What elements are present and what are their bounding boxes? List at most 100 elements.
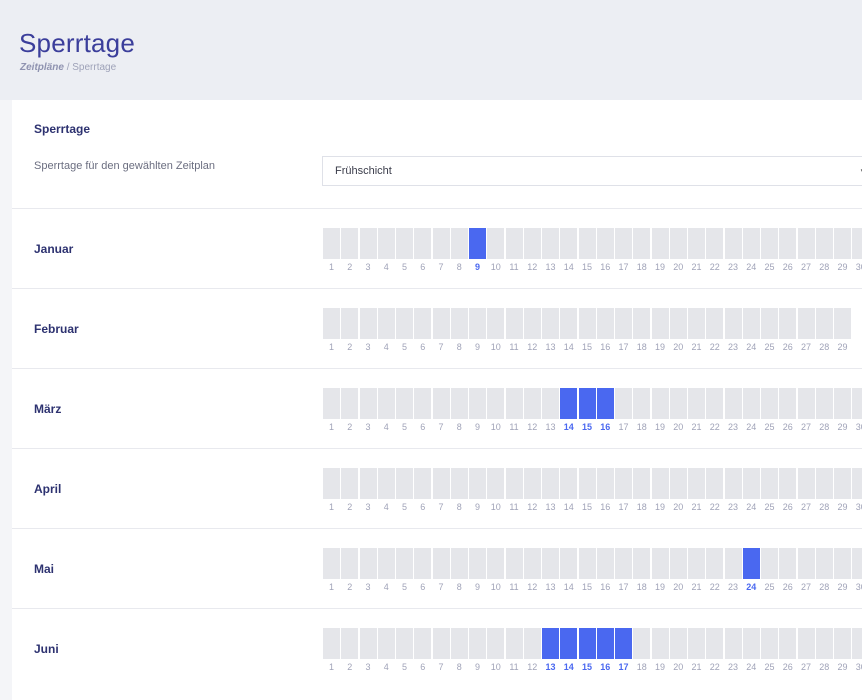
- day-toggle[interactable]: 29: [834, 388, 851, 438]
- day-toggle[interactable]: 17: [615, 468, 632, 518]
- day-toggle[interactable]: 4: [377, 388, 395, 438]
- day-toggle[interactable]: 19: [651, 468, 669, 518]
- day-toggle[interactable]: 26: [779, 228, 797, 278]
- day-toggle[interactable]: 30: [852, 388, 862, 438]
- day-toggle[interactable]: 20: [669, 228, 687, 278]
- day-toggle[interactable]: 22: [706, 388, 724, 438]
- day-toggle[interactable]: 2: [341, 628, 359, 678]
- day-toggle-blocked[interactable]: 9: [469, 228, 486, 278]
- day-toggle[interactable]: 14: [560, 228, 578, 278]
- day-toggle[interactable]: 22: [706, 308, 724, 358]
- day-toggle[interactable]: 3: [359, 468, 377, 518]
- day-toggle[interactable]: 13: [542, 388, 559, 438]
- day-toggle[interactable]: 11: [505, 388, 523, 438]
- day-toggle[interactable]: 18: [633, 468, 651, 518]
- day-toggle[interactable]: 20: [669, 628, 687, 678]
- day-toggle[interactable]: 30: [852, 628, 862, 678]
- day-toggle[interactable]: 30: [852, 548, 862, 598]
- day-toggle[interactable]: 26: [779, 468, 797, 518]
- day-toggle[interactable]: 9: [469, 308, 486, 358]
- day-toggle[interactable]: 18: [633, 308, 651, 358]
- day-toggle[interactable]: 5: [396, 468, 413, 518]
- day-toggle[interactable]: 8: [450, 228, 468, 278]
- day-toggle[interactable]: 17: [615, 548, 632, 598]
- day-toggle[interactable]: 16: [596, 468, 614, 518]
- day-toggle[interactable]: 23: [724, 548, 742, 598]
- day-toggle[interactable]: 3: [359, 388, 377, 438]
- day-toggle[interactable]: 29: [834, 548, 851, 598]
- day-toggle[interactable]: 5: [396, 628, 413, 678]
- day-toggle[interactable]: 22: [706, 228, 724, 278]
- day-toggle[interactable]: 25: [761, 228, 778, 278]
- day-toggle[interactable]: 4: [377, 468, 395, 518]
- day-toggle[interactable]: 25: [761, 548, 778, 598]
- day-toggle[interactable]: 24: [742, 468, 760, 518]
- day-toggle[interactable]: 7: [432, 548, 450, 598]
- day-toggle[interactable]: 5: [396, 308, 413, 358]
- day-toggle[interactable]: 14: [560, 468, 578, 518]
- day-toggle[interactable]: 7: [432, 388, 450, 438]
- day-toggle[interactable]: 30: [852, 228, 862, 278]
- day-toggle[interactable]: 10: [487, 468, 505, 518]
- day-toggle[interactable]: 2: [341, 548, 359, 598]
- day-toggle[interactable]: 2: [341, 468, 359, 518]
- day-toggle[interactable]: 21: [688, 628, 705, 678]
- day-toggle[interactable]: 4: [377, 228, 395, 278]
- day-toggle[interactable]: 25: [761, 308, 778, 358]
- day-toggle[interactable]: 6: [414, 468, 432, 518]
- day-toggle[interactable]: 7: [432, 468, 450, 518]
- day-toggle[interactable]: 4: [377, 548, 395, 598]
- day-toggle[interactable]: 24: [742, 388, 760, 438]
- day-toggle[interactable]: 26: [779, 388, 797, 438]
- day-toggle[interactable]: 12: [523, 468, 541, 518]
- day-toggle[interactable]: 7: [432, 308, 450, 358]
- day-toggle[interactable]: 9: [469, 628, 486, 678]
- plan-select[interactable]: Frühschicht ▼: [322, 156, 862, 186]
- day-toggle[interactable]: 18: [633, 628, 651, 678]
- day-toggle[interactable]: 12: [523, 628, 541, 678]
- day-toggle[interactable]: 5: [396, 228, 413, 278]
- day-toggle[interactable]: 24: [742, 308, 760, 358]
- day-toggle[interactable]: 1: [323, 308, 340, 358]
- day-toggle[interactable]: 5: [396, 548, 413, 598]
- day-toggle[interactable]: 25: [761, 388, 778, 438]
- day-toggle[interactable]: 1: [323, 228, 340, 278]
- day-toggle[interactable]: 21: [688, 388, 705, 438]
- day-toggle[interactable]: 19: [651, 548, 669, 598]
- day-toggle[interactable]: 4: [377, 308, 395, 358]
- day-toggle[interactable]: 24: [742, 228, 760, 278]
- day-toggle[interactable]: 27: [797, 388, 815, 438]
- day-toggle[interactable]: 18: [633, 548, 651, 598]
- day-toggle[interactable]: 12: [523, 308, 541, 358]
- day-toggle[interactable]: 12: [523, 548, 541, 598]
- day-toggle[interactable]: 25: [761, 628, 778, 678]
- day-toggle[interactable]: 11: [505, 628, 523, 678]
- day-toggle[interactable]: 3: [359, 228, 377, 278]
- day-toggle[interactable]: 22: [706, 548, 724, 598]
- day-toggle[interactable]: 29: [834, 628, 851, 678]
- day-toggle[interactable]: 4: [377, 628, 395, 678]
- day-toggle[interactable]: 9: [469, 468, 486, 518]
- day-toggle[interactable]: 22: [706, 628, 724, 678]
- day-toggle[interactable]: 11: [505, 308, 523, 358]
- day-toggle[interactable]: 19: [651, 388, 669, 438]
- day-toggle[interactable]: 26: [779, 628, 797, 678]
- day-toggle[interactable]: 10: [487, 308, 505, 358]
- day-toggle[interactable]: 15: [578, 468, 596, 518]
- day-toggle[interactable]: 20: [669, 388, 687, 438]
- day-toggle[interactable]: 2: [341, 228, 359, 278]
- day-toggle-blocked[interactable]: 14: [560, 628, 578, 678]
- day-toggle[interactable]: 16: [596, 548, 614, 598]
- day-toggle[interactable]: 9: [469, 388, 486, 438]
- day-toggle[interactable]: 7: [432, 628, 450, 678]
- day-toggle[interactable]: 28: [815, 468, 833, 518]
- day-toggle[interactable]: 8: [450, 308, 468, 358]
- day-toggle[interactable]: 6: [414, 228, 432, 278]
- day-toggle[interactable]: 27: [797, 628, 815, 678]
- day-toggle[interactable]: 18: [633, 228, 651, 278]
- day-toggle[interactable]: 21: [688, 228, 705, 278]
- day-toggle[interactable]: 12: [523, 228, 541, 278]
- day-toggle[interactable]: 10: [487, 388, 505, 438]
- day-toggle[interactable]: 13: [542, 308, 559, 358]
- day-toggle[interactable]: 16: [596, 228, 614, 278]
